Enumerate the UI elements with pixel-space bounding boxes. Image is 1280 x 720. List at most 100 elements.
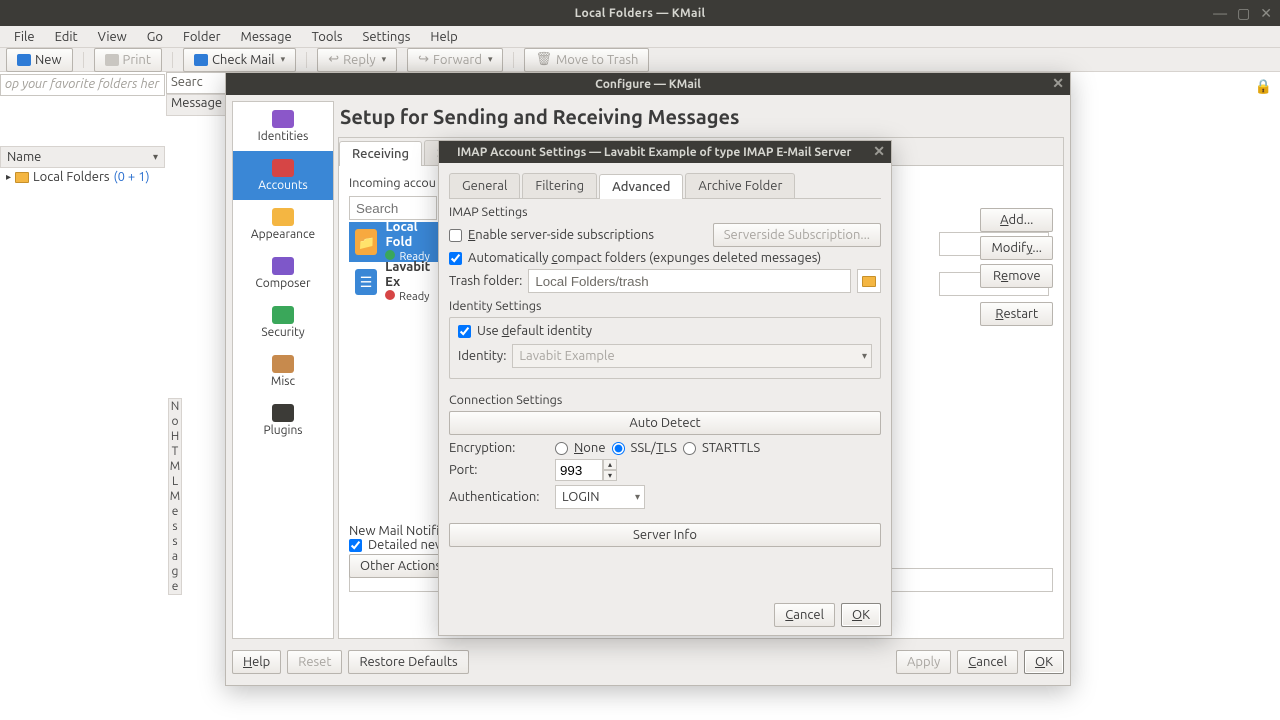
modify-button[interactable]: Modify...	[980, 236, 1053, 260]
menu-help[interactable]: Help	[422, 29, 465, 45]
left-pane: op your favorite folders her Name ▾ ▸ Lo…	[0, 72, 165, 720]
spin-down-icon[interactable]: ▾	[603, 470, 617, 481]
no-html-message-strip: No HTML Message	[168, 398, 182, 595]
restore-defaults-button[interactable]: Restore Defaults	[348, 650, 468, 674]
folder-icon	[15, 172, 29, 183]
tab-archive[interactable]: Archive Folder	[685, 173, 795, 198]
folder-count: (0 + 1)	[114, 170, 150, 184]
category-composer[interactable]: Composer	[233, 249, 333, 298]
separator	[83, 52, 84, 68]
close-icon[interactable]: ✕	[873, 143, 885, 160]
new-button[interactable]: New	[6, 48, 73, 72]
search-input[interactable]: Searc	[166, 72, 226, 94]
category-misc[interactable]: Misc	[233, 347, 333, 396]
menu-settings[interactable]: Settings	[355, 29, 419, 45]
minimize-icon[interactable]: —	[1213, 5, 1227, 21]
forward-icon: ↪	[418, 52, 429, 67]
menubar: File Edit View Go Folder Message Tools S…	[0, 26, 1280, 48]
ok-button[interactable]: OK	[841, 603, 881, 627]
enable-ss-checkbox[interactable]: Enable server-side subscriptions	[449, 228, 654, 242]
menu-message[interactable]: Message	[233, 29, 300, 45]
chevron-down-icon: ▾	[281, 54, 286, 65]
menu-tools[interactable]: Tools	[304, 29, 351, 45]
port-label: Port:	[449, 463, 549, 477]
incoming-label: Incoming accou	[349, 176, 436, 190]
category-identities[interactable]: Identities	[233, 102, 333, 151]
restart-button[interactable]: Restart	[980, 302, 1053, 326]
imap-titlebar: IMAP Account Settings — Lavabit Example …	[439, 141, 891, 163]
favorite-folders-placeholder[interactable]: op your favorite folders her	[0, 74, 165, 96]
cancel-button[interactable]: Cancel	[957, 650, 1018, 674]
auth-label: Authentication:	[449, 490, 549, 504]
encryption-none-radio[interactable]: None	[555, 441, 606, 455]
middle-column: Searc Message	[166, 72, 226, 720]
message-list-header[interactable]: Message	[166, 94, 226, 116]
folder-row-local[interactable]: ▸ Local Folders (0 + 1)	[0, 168, 165, 186]
identity-select: Lavabit Example	[512, 344, 872, 368]
server-info-button[interactable]: Server Info	[449, 523, 881, 547]
encryption-starttls-radio[interactable]: STARTTLS	[683, 441, 760, 455]
category-accounts[interactable]: Accounts	[233, 151, 333, 200]
identity-label: Identity:	[458, 349, 506, 363]
help-button[interactable]: Help	[232, 650, 281, 674]
menu-file[interactable]: File	[6, 29, 43, 45]
folder-header-label: Name	[7, 150, 41, 164]
cancel-button[interactable]: Cancel	[774, 603, 835, 627]
trash-label: Trash folder:	[449, 274, 522, 288]
close-icon[interactable]: ✕	[1260, 5, 1272, 22]
main-titlebar: Local Folders — KMail — ▢ ✕	[0, 0, 1280, 26]
check-mail-button[interactable]: Check Mail▾	[183, 48, 296, 72]
menu-view[interactable]: View	[90, 29, 135, 45]
apply-button[interactable]: Apply	[896, 650, 951, 674]
tab-receiving[interactable]: Receiving	[339, 141, 422, 166]
connection-settings-label: Connection Settings	[449, 393, 881, 407]
category-list: Identities Accounts Appearance Composer …	[232, 101, 334, 639]
forward-button[interactable]: ↪Forward▾	[407, 48, 503, 72]
auth-select[interactable]: LOGIN	[555, 485, 645, 509]
window-title: Local Folders — KMail	[575, 7, 706, 20]
tab-filtering[interactable]: Filtering	[522, 173, 597, 198]
expand-icon[interactable]: ▸	[6, 171, 11, 183]
configure-titlebar: Configure — KMail ✕	[226, 73, 1070, 95]
tab-advanced[interactable]: Advanced	[599, 174, 683, 199]
maximize-icon[interactable]: ▢	[1237, 5, 1250, 22]
reply-button[interactable]: ↩Reply▾	[317, 48, 397, 72]
category-plugins[interactable]: Plugins	[233, 396, 333, 445]
auto-detect-button[interactable]: Auto Detect	[449, 411, 881, 435]
auto-compact-checkbox[interactable]: Automatically compact folders (expunges …	[449, 251, 821, 265]
menu-go[interactable]: Go	[139, 29, 171, 45]
print-button[interactable]: Print	[94, 48, 162, 72]
status-dot-icon	[385, 290, 395, 300]
account-list: 📁 Local FoldReady ☰ Lavabit ExReady	[349, 222, 445, 302]
move-trash-button[interactable]: 🗑Move to Trash	[524, 48, 649, 72]
reset-button[interactable]: Reset	[287, 650, 342, 674]
trash-folder-input[interactable]	[528, 269, 851, 293]
close-icon[interactable]: ✕	[1052, 75, 1064, 92]
browse-folder-button[interactable]	[857, 269, 881, 293]
category-appearance[interactable]: Appearance	[233, 200, 333, 249]
account-search-input[interactable]	[349, 196, 437, 220]
separator	[513, 52, 514, 68]
download-icon	[194, 54, 208, 66]
spin-up-icon[interactable]: ▴	[603, 459, 617, 470]
imap-dialog: IMAP Account Settings — Lavabit Example …	[438, 140, 892, 636]
remove-button[interactable]: Remove	[980, 264, 1053, 288]
menu-folder[interactable]: Folder	[175, 29, 229, 45]
port-input[interactable]	[555, 459, 603, 481]
port-spinner[interactable]: ▴▾	[555, 459, 617, 481]
category-security[interactable]: Security	[233, 298, 333, 347]
menu-edit[interactable]: Edit	[47, 29, 86, 45]
padlock-icon: 🔒	[1255, 78, 1272, 95]
folder-label: Local Folders	[33, 170, 109, 184]
encryption-ssl-radio[interactable]: SSL/TLS	[612, 441, 677, 455]
account-row-local[interactable]: 📁 Local FoldReady	[349, 222, 445, 262]
folder-header[interactable]: Name ▾	[0, 146, 165, 168]
folder-icon: 📁	[355, 229, 377, 255]
tab-general[interactable]: General	[449, 173, 520, 198]
account-row-lavabit[interactable]: ☰ Lavabit ExReady	[349, 262, 445, 302]
serverside-subscription-button[interactable]: Serverside Subscription...	[713, 223, 881, 247]
add-button[interactable]: Add...	[980, 208, 1053, 232]
mail-icon	[17, 54, 31, 66]
ok-button[interactable]: OK	[1024, 650, 1064, 674]
use-default-identity-checkbox[interactable]: Use default identity	[458, 324, 872, 338]
